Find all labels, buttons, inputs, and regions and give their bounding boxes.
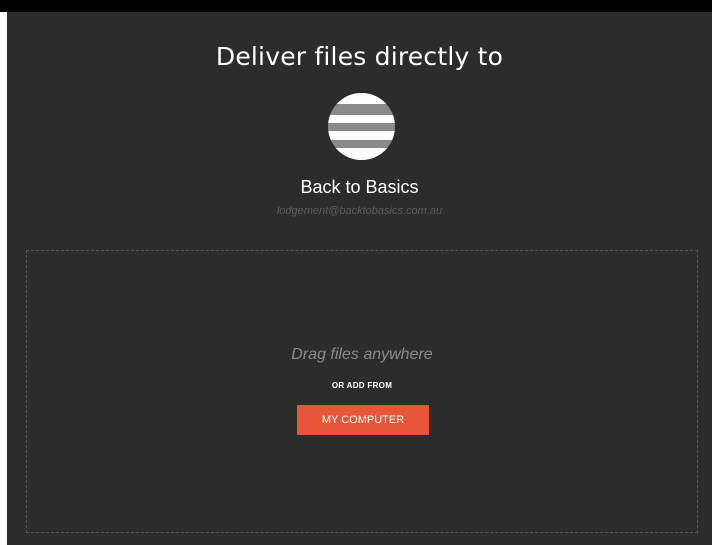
recipient-name: Back to Basics bbox=[300, 177, 419, 197]
recipient-email: lodgement@backtobasics.com.au bbox=[276, 205, 443, 217]
drag-hint: Drag files anywhere bbox=[291, 346, 433, 363]
stripes-logo-icon bbox=[328, 93, 395, 160]
my-computer-button[interactable]: MY COMPUTER bbox=[297, 405, 429, 435]
upload-panel: Deliver files directly to Back to Basics… bbox=[7, 12, 712, 545]
top-bar bbox=[0, 0, 712, 12]
recipient-avatar bbox=[328, 93, 395, 160]
or-add-from-label: OR ADD FROM bbox=[331, 381, 393, 390]
page-title: Deliver files directly to bbox=[215, 42, 504, 71]
file-dropzone[interactable]: Drag files anywhere OR ADD FROM MY COMPU… bbox=[26, 250, 698, 533]
